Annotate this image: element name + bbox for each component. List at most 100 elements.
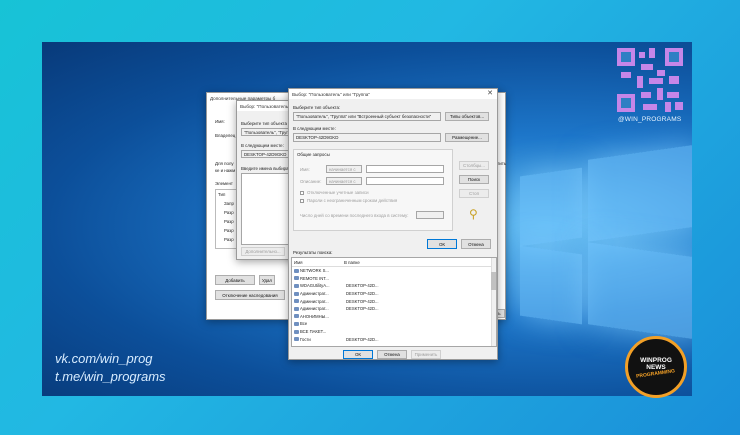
result-folder: DESKTOP-42D... (346, 291, 379, 297)
select-type-label: Выберите тип объекта: (293, 105, 341, 110)
search-results-list[interactable]: Имя В папке NETWORK S... REMOTE INT... WDA… (291, 257, 497, 347)
group-icon (294, 314, 299, 319)
advanced-button[interactable]: Дополнительно... (241, 247, 285, 256)
description-input[interactable] (366, 177, 444, 185)
add-button[interactable]: Добавить (215, 275, 255, 285)
result-name: ВСЕ ПАКЕТ... (300, 329, 327, 335)
names-label: Введите имена выбира (241, 166, 289, 171)
telegram-link: t.me/win_programs (55, 369, 166, 384)
result-name: Гости (300, 336, 311, 342)
columns-button[interactable]: Столбцы... (459, 161, 489, 170)
result-name: WDAGUtilityA... (300, 283, 330, 289)
bottom-ok-button[interactable]: ОК (343, 350, 373, 359)
result-row[interactable]: Администрат... DESKTOP-42D... (292, 305, 496, 313)
right-text: пить (497, 161, 507, 166)
group-icon (294, 268, 299, 273)
window-title: Выбор: "Пользователь" или "Группа" (292, 91, 370, 97)
result-folder: DESKTOP-42D... (346, 283, 379, 289)
result-row[interactable]: Все (292, 320, 496, 328)
result-name: АНОНИМНЫ... (300, 313, 329, 319)
result-row[interactable]: Администрат... DESKTOP-42D... (292, 290, 496, 298)
group-icon (294, 321, 299, 326)
location-field: DESKTOP-42D9GKD (293, 133, 441, 142)
days-since-logon-select[interactable] (416, 211, 444, 219)
results-scrollbar[interactable] (491, 258, 496, 346)
description-mode-select[interactable]: начинается с (326, 177, 362, 185)
days-since-logon-label: Число дней со времени последнего входа в… (300, 213, 409, 218)
name-label: Имя: (215, 119, 225, 124)
window-title-bar: Выбор: "Пользователь" или "Группа" ✕ (289, 89, 497, 99)
common-queries-panel: Общие запросы Имя: начинается с Описание… (293, 149, 453, 231)
perm-row[interactable]: Разр (224, 219, 234, 224)
perm-row[interactable]: Разр (224, 210, 234, 215)
user-icon (294, 283, 299, 288)
col-folder[interactable]: В папке (342, 260, 382, 265)
disabled-accounts-checkbox[interactable] (300, 191, 304, 195)
result-folder: DESKTOP-42D... (346, 298, 379, 304)
remove-button[interactable]: Удал (259, 275, 275, 285)
result-row[interactable]: Администрат... DESKTOP-42D... (292, 297, 496, 305)
handle-text: @WIN_PROGRAMS (618, 116, 682, 123)
owner-label: Владелец (215, 133, 236, 138)
group-icon (294, 276, 299, 281)
perm-row[interactable]: Разр (224, 228, 234, 233)
result-row[interactable]: ВСЕ ПАКЕТ... (292, 328, 496, 336)
location-label: В следующем месте: (241, 143, 284, 148)
no-expire-password-label: Пароли с неограниченным сроком действия (307, 198, 398, 203)
type-column: Тип (218, 192, 226, 197)
results-label: Результаты поиска: (293, 250, 333, 255)
cancel-button[interactable]: Отмена (461, 239, 491, 249)
result-folder: DESKTOP-42D... (346, 336, 379, 342)
user-icon (294, 291, 299, 296)
result-name: Администрат... (300, 306, 329, 312)
result-row[interactable]: АНОНИМНЫ... (292, 313, 496, 321)
vk-link: vk.com/win_prog (55, 351, 153, 366)
user-icon (294, 337, 299, 342)
search-people-icon: ⚲ (469, 207, 478, 221)
perm-text-2: ке и нажм (215, 168, 236, 173)
description-label: Описание: (300, 179, 322, 184)
badge-line-1: WINPROG (640, 357, 672, 364)
result-row[interactable]: REMOTE INT... (292, 275, 496, 283)
result-name: Администрат... (300, 291, 329, 297)
badge-line-3: PROGRAMMING (636, 368, 676, 380)
ok-button[interactable]: ОК (427, 239, 457, 249)
locations-button[interactable]: Размещение... (445, 133, 489, 142)
user-icon (294, 299, 299, 304)
result-name: REMOTE INT... (300, 275, 329, 281)
select-user-dialog: Выбор: "Пользователь" или "Группа" ✕ Выб… (288, 88, 498, 360)
result-name: Все (300, 321, 308, 327)
bottom-cancel-button[interactable]: Отмена (377, 350, 407, 359)
group-icon (294, 329, 299, 334)
result-row[interactable]: WDAGUtilityA... DESKTOP-42D... (292, 282, 496, 290)
name-input[interactable] (366, 165, 444, 173)
name-label: Имя: (300, 167, 310, 172)
search-button[interactable]: Поиск (459, 175, 489, 184)
result-folder: DESKTOP-42D... (346, 306, 379, 312)
object-type-field: "Пользователь", "Группа" или "Встроенный… (293, 112, 441, 121)
result-row[interactable]: Гости DESKTOP-42D... (292, 335, 496, 343)
result-row[interactable]: NETWORK S... (292, 267, 496, 275)
perm-row[interactable]: Разр (224, 237, 234, 242)
no-expire-password-checkbox[interactable] (300, 199, 304, 203)
disable-inheritance-button[interactable]: Отключение наследования (215, 290, 285, 300)
result-name: Администрат... (300, 298, 329, 304)
winprog-news-badge: WINPROG NEWS PROGRAMMING (625, 336, 687, 398)
perm-row[interactable]: Запр (224, 201, 234, 206)
stop-button[interactable]: Стоп (459, 189, 489, 198)
object-types-button[interactable]: Типы объектов... (445, 112, 489, 121)
results-header: Имя В папке (292, 258, 496, 267)
elements-label: Элемент (215, 181, 233, 186)
col-name[interactable]: Имя (292, 260, 342, 265)
select-type-label: Выберите тип объекта (241, 121, 287, 126)
name-mode-select[interactable]: начинается с (326, 165, 362, 173)
user-icon (294, 306, 299, 311)
close-icon[interactable]: ✕ (487, 90, 493, 98)
tab-common-queries[interactable]: Общие запросы (297, 152, 330, 157)
qr-code-icon (617, 48, 683, 112)
disabled-accounts-label: Отключенные учетные записи (307, 190, 369, 195)
result-name: NETWORK S... (300, 268, 329, 274)
perm-text-1: Для полу (215, 161, 234, 166)
location-label: В следующем месте: (293, 126, 336, 131)
bottom-apply-button[interactable]: Применить (411, 350, 441, 359)
